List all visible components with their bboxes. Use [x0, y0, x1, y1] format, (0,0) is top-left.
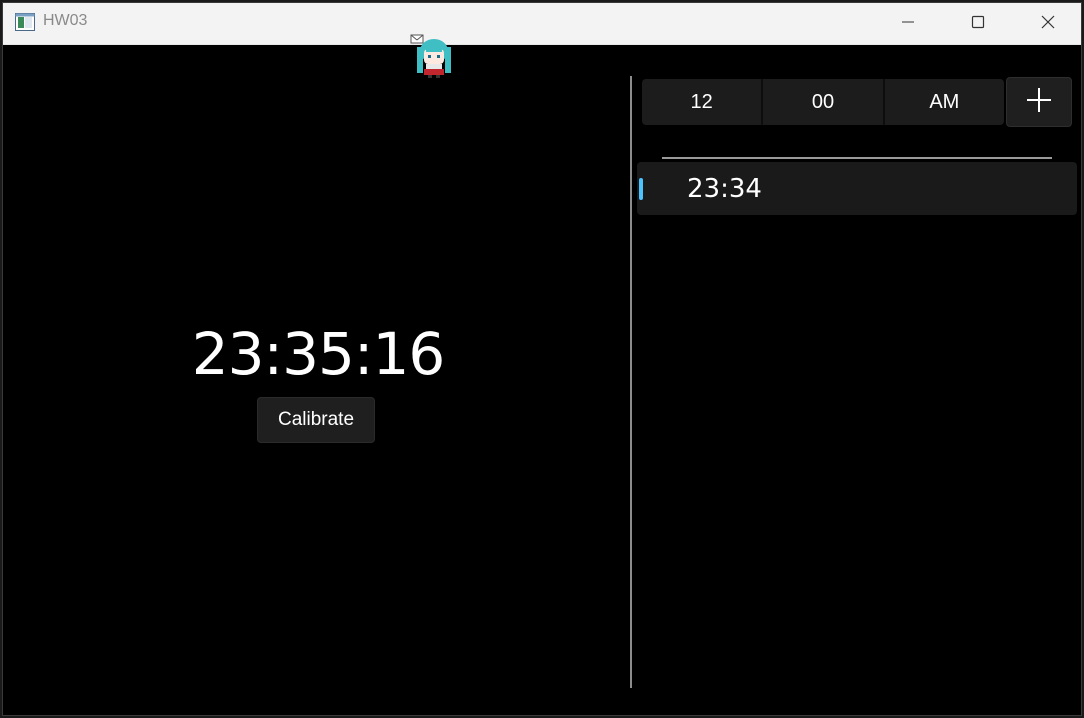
close-icon [1040, 14, 1056, 34]
minute-selector[interactable]: 00 [763, 79, 882, 125]
add-alarm-button[interactable] [1006, 77, 1072, 127]
app-window-icon [15, 13, 35, 31]
period-selector[interactable]: AM [885, 79, 1004, 125]
alarm-list-item[interactable]: 23:34 [637, 162, 1077, 215]
time-picker[interactable]: 12 00 AM [642, 79, 1004, 125]
close-button[interactable] [1013, 3, 1081, 45]
window-title: HW03 [43, 12, 88, 29]
app-window: HW03 23:35:16 Calibrate 12 00 AM 23:34 [2, 2, 1082, 716]
plus-icon [1026, 87, 1052, 117]
hour-selector[interactable]: 12 [642, 79, 761, 125]
panel-divider [630, 76, 632, 688]
calibrate-button[interactable]: Calibrate [257, 397, 375, 443]
alarm-list-separator [662, 157, 1052, 159]
title-bar[interactable]: HW03 [3, 3, 1081, 45]
maximize-icon [970, 14, 986, 34]
maximize-button[interactable] [943, 3, 1013, 45]
selection-indicator [639, 178, 643, 200]
clock-display: 23:35:16 [191, 320, 446, 388]
minimize-icon [900, 14, 916, 34]
alarm-time: 23:34 [687, 174, 762, 204]
chibi-character-sprite[interactable] [409, 33, 459, 79]
minimize-button[interactable] [873, 3, 943, 45]
